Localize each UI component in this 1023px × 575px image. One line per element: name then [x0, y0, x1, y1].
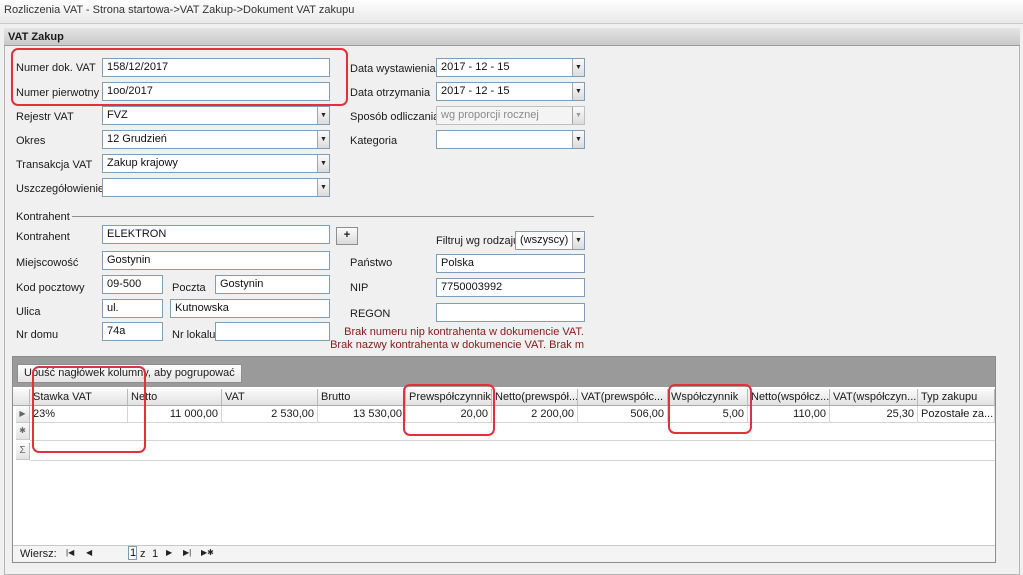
nr-lokalu-input[interactable] — [215, 322, 330, 341]
poczta-label: Poczta — [172, 282, 206, 294]
ulica-label: Ulica — [16, 306, 41, 318]
kategoria-label: Kategoria — [350, 135, 398, 147]
prev-record-icon[interactable]: ◀ — [86, 548, 92, 557]
okres-value: 12 Grudzień — [107, 133, 167, 145]
filtr-label: Filtruj wg rodzaju — [436, 235, 520, 247]
window-title: Rozliczenia VAT - Strona startowa->VAT Z… — [4, 4, 355, 16]
highlight-numer-fields — [11, 48, 348, 106]
kod-pocztowy-label: Kod pocztowy — [16, 282, 85, 294]
col-header-vat-wsp[interactable]: VAT(współczyn... — [830, 389, 918, 406]
table-cell[interactable]: 2 200,00 — [492, 406, 578, 423]
panel-header: VAT Zakup — [4, 28, 1020, 46]
miejscowosc-label: Miejscowość — [16, 257, 79, 269]
col-header-brutto[interactable]: Brutto — [318, 389, 406, 406]
filtr-value: (wszyscy) — [520, 234, 569, 246]
new-record-icon[interactable]: ▶✱ — [201, 548, 214, 557]
col-header-vat-prewsp[interactable]: VAT(prewspółc... — [578, 389, 668, 406]
table-cell[interactable]: 506,00 — [578, 406, 668, 423]
ulica-input[interactable]: Kutnowska — [170, 299, 330, 318]
kod-pocztowy-input[interactable]: 09-500 — [102, 275, 163, 294]
chevron-down-icon[interactable]: ▼ — [572, 131, 584, 148]
section-divider — [72, 216, 594, 217]
transakcja-select[interactable]: Zakup krajowy ▼ — [102, 154, 330, 173]
current-record-input[interactable]: 1 — [128, 546, 137, 560]
nr-lokalu-label: Nr lokalu — [172, 329, 216, 341]
data-wystawienia-picker[interactable]: 2017 - 12 - 15 ▼ — [436, 58, 585, 77]
rejestr-select[interactable]: FVZ ▼ — [102, 106, 330, 125]
nip-label: NIP — [350, 282, 369, 294]
warning-nazwa: Brak nazwy kontrahenta w dokumencie VAT.… — [330, 339, 584, 351]
chevron-down-icon[interactable]: ▼ — [572, 83, 584, 100]
chevron-down-icon[interactable]: ▼ — [572, 59, 584, 76]
chevron-down-icon: ▼ — [572, 107, 584, 124]
kontrahent-input[interactable]: ELEKTRON — [102, 225, 330, 244]
data-otrzymania-value: 2017 - 12 - 15 — [441, 85, 510, 97]
last-record-icon[interactable]: ▶| — [183, 548, 191, 557]
row-indicator-icon[interactable]: ▶ — [16, 406, 30, 423]
nip-input[interactable]: 7750003992 — [436, 278, 585, 297]
rejestr-label: Rejestr VAT — [16, 111, 74, 123]
chevron-down-icon[interactable]: ▼ — [572, 232, 584, 249]
sum-icon: Σ — [16, 443, 30, 460]
okres-label: Okres — [16, 135, 46, 147]
table-cell[interactable]: 2 530,00 — [222, 406, 318, 423]
chevron-down-icon[interactable]: ▼ — [317, 131, 329, 148]
grid-corner — [13, 389, 30, 406]
nr-domu-input[interactable]: 74a — [102, 322, 163, 341]
record-navigator — [13, 545, 995, 562]
highlight-stawka-vat — [32, 366, 146, 453]
uszczegolowienie-label: Uszczegółowienie — [16, 183, 105, 195]
sposob-odliczania-label: Sposób odliczania — [350, 111, 440, 123]
transakcja-value: Zakup krajowy — [107, 157, 178, 169]
kategoria-select[interactable]: ▼ — [436, 130, 585, 149]
col-header-typ-zakupu[interactable]: Typ zakupu — [918, 389, 995, 406]
sposob-odliczania-value: wg proporcji rocznej — [441, 109, 539, 121]
table-cell[interactable]: Pozostałe za... — [918, 406, 995, 423]
highlight-wspolczynnik — [668, 384, 752, 434]
data-wystawienia-label: Data wystawienia — [350, 63, 436, 75]
data-otrzymania-label: Data otrzymania — [350, 87, 431, 99]
miejscowosc-input[interactable]: Gostynin — [102, 251, 330, 270]
data-otrzymania-picker[interactable]: 2017 - 12 - 15 ▼ — [436, 82, 585, 101]
window-title-bar: Rozliczenia VAT - Strona startowa->VAT Z… — [0, 0, 1023, 24]
navigator-of: z — [140, 548, 146, 560]
col-header-netto-wsp[interactable]: Netto(współcz... — [748, 389, 830, 406]
chevron-down-icon[interactable]: ▼ — [317, 107, 329, 124]
chevron-down-icon[interactable]: ▼ — [317, 155, 329, 172]
navigator-label: Wiersz: — [20, 548, 57, 560]
okres-select[interactable]: 12 Grudzień ▼ — [102, 130, 330, 149]
filtr-select[interactable]: (wszyscy) ▼ — [515, 231, 585, 250]
data-wystawienia-value: 2017 - 12 - 15 — [441, 61, 510, 73]
table-cell[interactable]: 110,00 — [748, 406, 830, 423]
transakcja-label: Transakcja VAT — [16, 159, 93, 171]
table-cell[interactable]: 13 530,00 — [318, 406, 406, 423]
panstwo-label: Państwo — [350, 257, 393, 269]
next-record-icon[interactable]: ▶ — [166, 548, 172, 557]
navigator-total: 1 — [152, 548, 159, 560]
kontrahent-section-label: Kontrahent — [16, 211, 70, 223]
grid-line — [30, 440, 995, 441]
sposob-odliczania-select: wg proporcji rocznej ▼ — [436, 106, 585, 125]
rejestr-value: FVZ — [107, 109, 128, 121]
highlight-prewspolczynnik — [403, 384, 495, 436]
warning-nip: Brak numeru nip kontrahenta w dokumencie… — [344, 326, 584, 338]
panel-title: VAT Zakup — [8, 31, 64, 43]
new-row-icon[interactable]: ✱ — [16, 423, 30, 440]
grid-line — [30, 460, 995, 461]
nr-domu-label: Nr domu — [16, 329, 59, 341]
regon-input[interactable] — [436, 303, 585, 322]
first-record-icon[interactable]: |◀ — [66, 548, 74, 557]
regon-label: REGON — [350, 308, 391, 320]
table-cell[interactable]: 25,30 — [830, 406, 918, 423]
uszczegolowienie-select[interactable]: ▼ — [102, 178, 330, 197]
ulica-prefix-input[interactable]: ul. — [102, 299, 163, 318]
col-header-netto-prewsp[interactable]: Netto(prewspół... — [492, 389, 578, 406]
kontrahent-label: Kontrahent — [16, 231, 70, 243]
col-header-vat[interactable]: VAT — [222, 389, 318, 406]
poczta-input[interactable]: Gostynin — [215, 275, 330, 294]
panstwo-input[interactable]: Polska — [436, 254, 585, 273]
add-kontrahent-button[interactable]: + — [336, 227, 358, 245]
chevron-down-icon[interactable]: ▼ — [317, 179, 329, 196]
